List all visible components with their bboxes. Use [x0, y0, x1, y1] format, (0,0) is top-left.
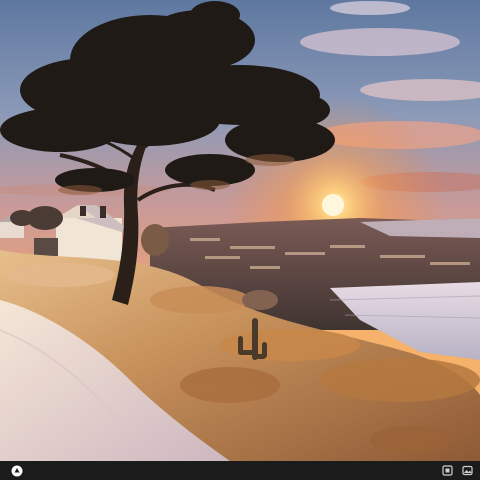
bottom-toolbar — [0, 461, 480, 480]
app-logo-icon[interactable] — [10, 464, 23, 477]
sun — [322, 194, 344, 216]
landscape-photo — [0, 0, 480, 461]
image-icon[interactable] — [461, 464, 474, 477]
copy-icon[interactable] — [441, 464, 454, 477]
image-viewer — [0, 0, 480, 480]
